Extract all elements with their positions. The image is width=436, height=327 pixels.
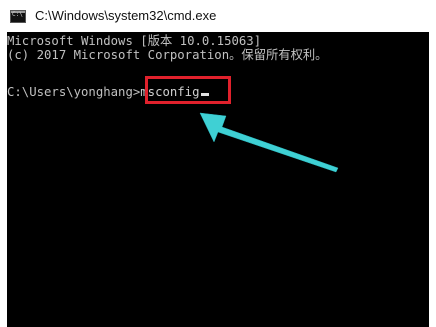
title-bar[interactable]: C:\ C:\Windows\system32\cmd.exe xyxy=(0,0,436,32)
window-title: C:\Windows\system32\cmd.exe xyxy=(35,8,217,23)
cmd-window: C:\ C:\Windows\system32\cmd.exe Microsof… xyxy=(0,0,436,327)
console-line-version: Microsoft Windows [版本 10.0.15063] xyxy=(7,34,262,48)
highlight-box xyxy=(145,76,231,104)
command-prompt: C:\Users\yonghang> xyxy=(7,85,141,99)
cmd-icon: C:\ xyxy=(10,10,26,23)
console-line-copyright: (c) 2017 Microsoft Corporation。保留所有权利。 xyxy=(7,48,328,62)
